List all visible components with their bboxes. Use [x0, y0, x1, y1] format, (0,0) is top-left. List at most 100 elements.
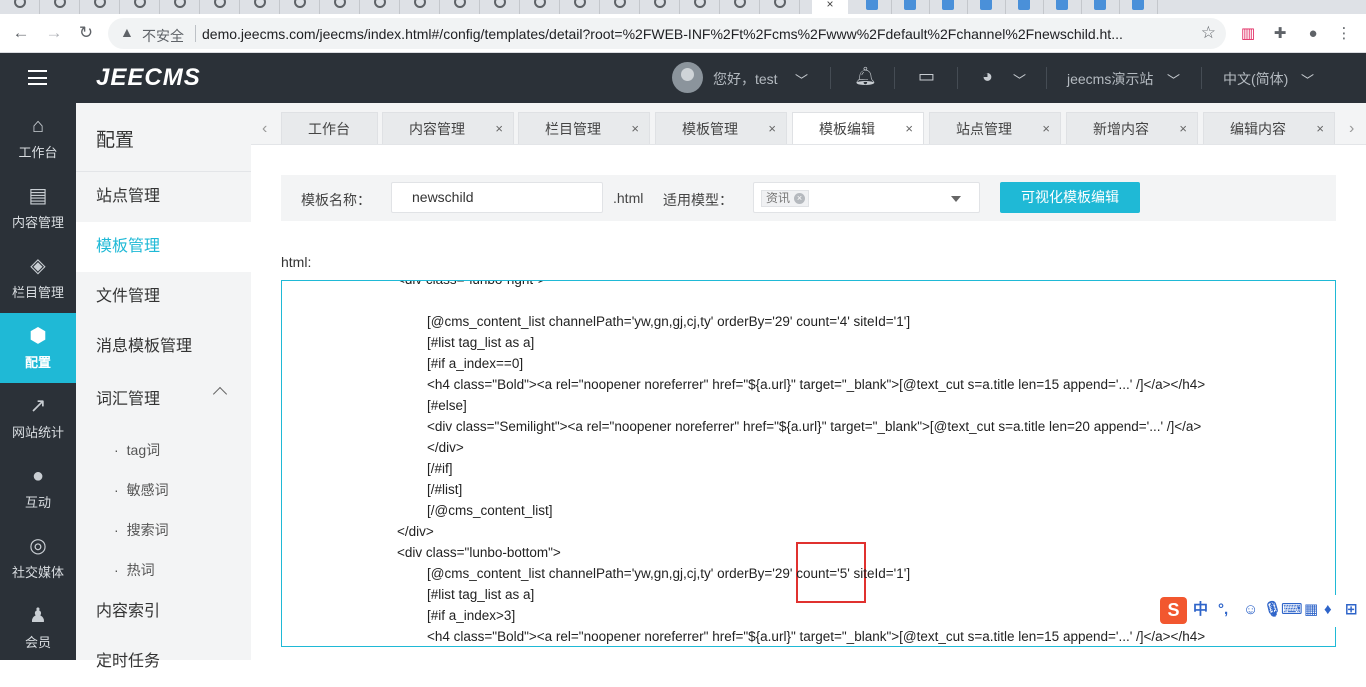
- code-line[interactable]: [@cms_content_list channelPath='yw,gn,gj…: [427, 563, 910, 584]
- sogou-logo[interactable]: S: [1160, 597, 1187, 624]
- code-line[interactable]: [#else]: [427, 395, 467, 416]
- grid-icon[interactable]: ⊞: [1345, 600, 1358, 620]
- submenu-item-site[interactable]: 站点管理: [76, 172, 251, 222]
- caret-down-icon[interactable]: [951, 196, 961, 202]
- back-arrow-icon[interactable]: ←: [10, 23, 32, 45]
- code-line[interactable]: <div class="lunbo-right">: [397, 281, 546, 290]
- code-line[interactable]: <h4 class="Bold"><a rel="noopener norefe…: [427, 626, 1205, 646]
- warning-icon[interactable]: ▲: [120, 24, 134, 40]
- submenu-item-template[interactable]: 模板管理: [76, 222, 251, 272]
- submenu-child-tag[interactable]: tag词: [114, 440, 160, 460]
- nav-social[interactable]: ◎ 社交媒体: [0, 523, 76, 593]
- browser-tab[interactable]: [852, 0, 892, 14]
- emoji-icon[interactable]: ☺: [1243, 600, 1258, 620]
- monitor-icon[interactable]: ▭: [918, 66, 935, 87]
- chevron-down-icon[interactable]: ﹀: [1167, 70, 1180, 89]
- visual-edit-button[interactable]: 可视化模板编辑: [1000, 182, 1140, 213]
- chevron-right-icon[interactable]: ›: [1349, 112, 1354, 144]
- submenu-item-message-template[interactable]: 消息模板管理: [76, 322, 251, 372]
- browser-tab[interactable]: [120, 0, 160, 14]
- model-select[interactable]: 资讯 ×: [753, 182, 980, 213]
- extension-icon[interactable]: ▥: [1238, 24, 1258, 44]
- code-line[interactable]: </div>: [427, 437, 464, 458]
- code-line[interactable]: [/@cms_content_list]: [427, 500, 553, 521]
- browser-tab[interactable]: [1042, 0, 1082, 14]
- tab-channel[interactable]: 栏目管理 ×: [518, 112, 650, 144]
- code-line[interactable]: [/#if]: [427, 458, 453, 479]
- submenu-child-search[interactable]: 搜索词: [114, 520, 169, 540]
- browser-tab[interactable]: [520, 0, 560, 14]
- code-line[interactable]: </div>: [397, 521, 434, 542]
- chevron-down-icon[interactable]: ﹀: [1013, 70, 1026, 89]
- nav-config[interactable]: ⬢ 配置: [0, 313, 76, 383]
- toolbox-icon[interactable]: ▦: [1304, 600, 1318, 620]
- browser-tab[interactable]: [240, 0, 280, 14]
- tab-template-edit[interactable]: 模板编辑 ×: [792, 112, 924, 144]
- close-icon[interactable]: ×: [905, 113, 913, 144]
- language-switcher[interactable]: 中文(简体): [1223, 69, 1288, 89]
- close-icon[interactable]: ×: [826, 0, 833, 11]
- browser-tab[interactable]: [600, 0, 640, 14]
- forward-arrow-icon[interactable]: →: [43, 23, 65, 45]
- active-browser-tab[interactable]: ×: [812, 0, 848, 14]
- browser-tab[interactable]: [640, 0, 680, 14]
- browser-tab[interactable]: [40, 0, 80, 14]
- browser-tab[interactable]: [1118, 0, 1158, 14]
- browser-tab[interactable]: [928, 0, 968, 14]
- punctuation-icon[interactable]: °,: [1218, 600, 1228, 620]
- nav-statistics[interactable]: ↗ 网站统计: [0, 383, 76, 453]
- browser-tab[interactable]: [80, 0, 120, 14]
- submenu-item-file[interactable]: 文件管理: [76, 272, 251, 322]
- close-icon[interactable]: ×: [495, 113, 503, 144]
- reload-icon[interactable]: ↻: [75, 23, 97, 45]
- submenu-child-sensitive[interactable]: 敏感词: [114, 480, 169, 500]
- code-line[interactable]: [#list tag_list as a]: [427, 584, 534, 605]
- nav-content[interactable]: ▤ 内容管理: [0, 173, 76, 243]
- nav-workbench[interactable]: ⌂ 工作台: [0, 103, 76, 173]
- puzzle-icon[interactable]: ✚: [1270, 24, 1290, 44]
- close-icon[interactable]: ×: [768, 113, 776, 144]
- code-line[interactable]: <h4 class="Bold"><a rel="noopener norefe…: [427, 374, 1205, 395]
- browser-tab[interactable]: [560, 0, 600, 14]
- nav-channel[interactable]: ◈ 栏目管理: [0, 243, 76, 313]
- tab-new-content[interactable]: 新增内容 ×: [1066, 112, 1198, 144]
- palette-icon[interactable]: ◕: [982, 66, 993, 87]
- browser-tab[interactable]: [400, 0, 440, 14]
- tab-template-manage[interactable]: 模板管理 ×: [655, 112, 787, 144]
- bookmark-star-icon[interactable]: ☆: [1201, 23, 1216, 43]
- close-icon[interactable]: ×: [1042, 113, 1050, 144]
- close-icon[interactable]: ×: [631, 113, 639, 144]
- code-line[interactable]: [#if a_index>3]: [427, 605, 515, 626]
- nav-interaction[interactable]: ● 互动: [0, 453, 76, 523]
- browser-tab[interactable]: [480, 0, 520, 14]
- code-line[interactable]: [#list tag_list as a]: [427, 332, 534, 353]
- ime-language[interactable]: 中: [1193, 600, 1208, 620]
- profile-icon[interactable]: ●: [1303, 24, 1323, 44]
- code-line[interactable]: <div class="lunbo-bottom">: [397, 542, 561, 563]
- bell-icon[interactable]: 🔔︎: [854, 66, 877, 87]
- browser-tab[interactable]: [320, 0, 360, 14]
- close-icon[interactable]: ×: [1179, 113, 1187, 144]
- user-greeting[interactable]: 您好，test: [713, 69, 778, 89]
- url-text[interactable]: demo.jeecms.com/jeecms/index.html#/confi…: [202, 26, 1192, 42]
- browser-tab[interactable]: [1004, 0, 1044, 14]
- template-name-input[interactable]: newschild: [391, 182, 603, 213]
- insecure-label[interactable]: 不安全: [142, 26, 184, 46]
- tab-content[interactable]: 内容管理 ×: [382, 112, 514, 144]
- chevron-left-icon[interactable]: ‹: [262, 112, 267, 144]
- microphone-icon[interactable]: 🎙︎: [1263, 600, 1282, 620]
- browser-tab[interactable]: [440, 0, 480, 14]
- menu-dots-icon[interactable]: ⋮: [1334, 24, 1354, 44]
- browser-tab[interactable]: [280, 0, 320, 14]
- close-icon[interactable]: ×: [1316, 113, 1324, 144]
- submenu-child-hot[interactable]: 热词: [114, 560, 155, 580]
- omnibox[interactable]: ▲ 不安全 demo.jeecms.com/jeecms/index.html#…: [108, 18, 1226, 49]
- keyboard-icon[interactable]: ⌨: [1281, 600, 1303, 620]
- browser-tab[interactable]: [760, 0, 800, 14]
- tab-edit-content[interactable]: 编辑内容 ×: [1203, 112, 1335, 144]
- code-line[interactable]: [#if a_index==0]: [427, 353, 523, 374]
- browser-tab[interactable]: [1080, 0, 1120, 14]
- submenu-item-scheduled-task[interactable]: 定时任务: [76, 637, 251, 687]
- submenu-item-vocabulary[interactable]: 词汇管理: [76, 375, 251, 425]
- browser-tab[interactable]: [0, 0, 40, 14]
